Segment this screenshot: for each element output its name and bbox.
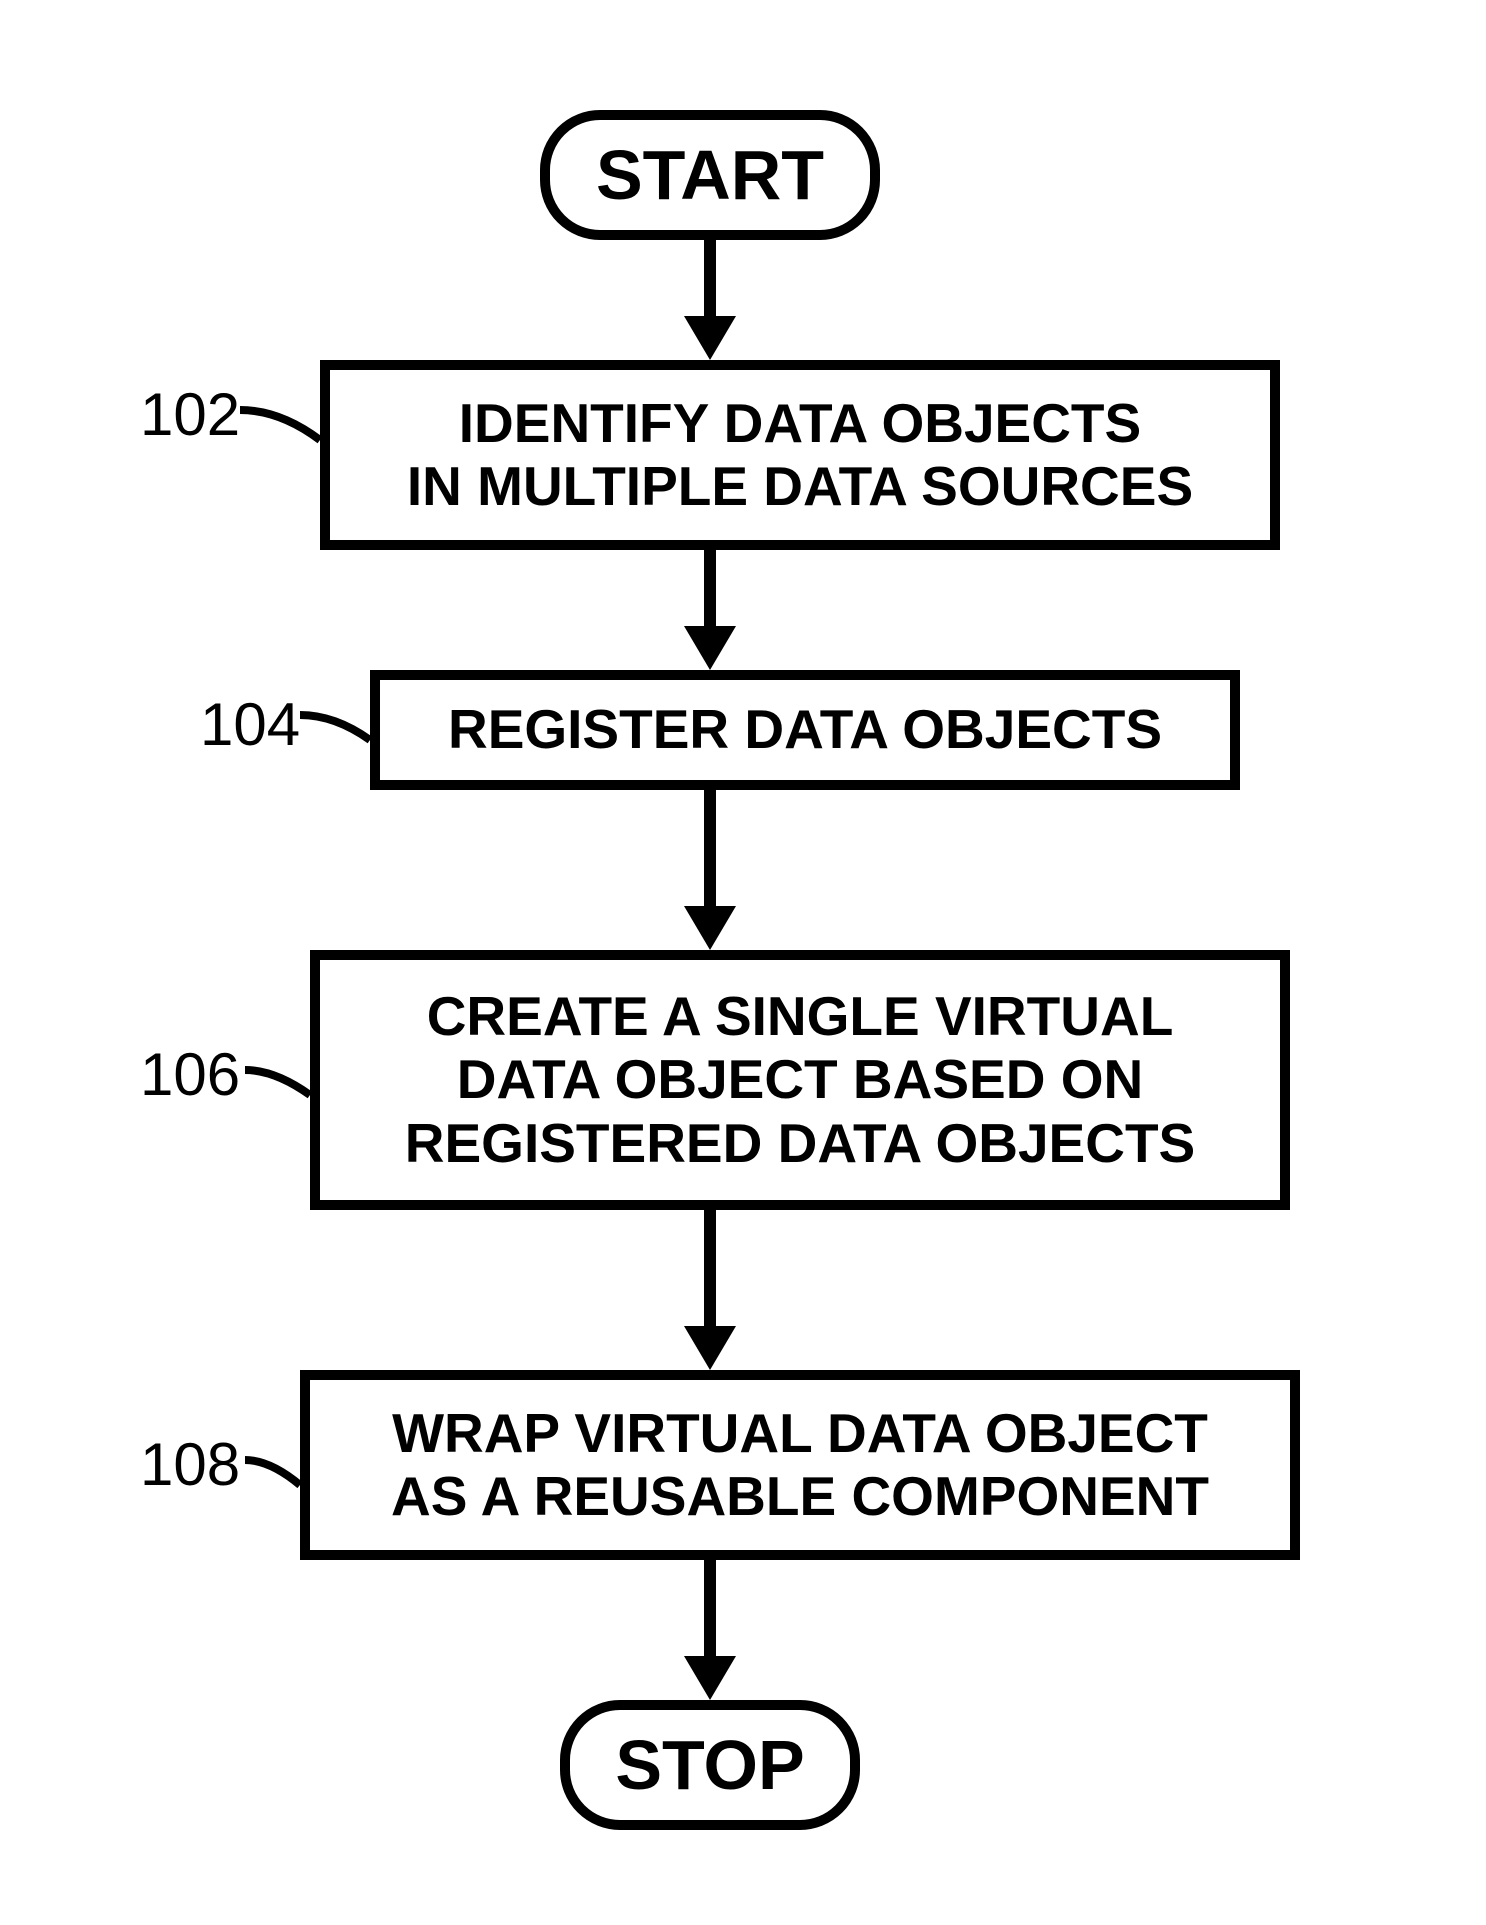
leader-108 bbox=[245, 1445, 310, 1500]
step-102-box: IDENTIFY DATA OBJECTS IN MULTIPLE DATA S… bbox=[320, 360, 1280, 550]
step-108-box: WRAP VIRTUAL DATA OBJECT AS A REUSABLE C… bbox=[300, 1370, 1300, 1560]
step-104-box: REGISTER DATA OBJECTS bbox=[370, 670, 1240, 790]
step-106-box: CREATE A SINGLE VIRTUAL DATA OBJECT BASE… bbox=[310, 950, 1290, 1210]
leader-104 bbox=[300, 700, 380, 755]
flowchart-canvas: START IDENTIFY DATA OBJECTS IN MULTIPLE … bbox=[0, 0, 1486, 1925]
start-node: START bbox=[540, 110, 880, 240]
step-108-ref: 108 bbox=[140, 1430, 240, 1499]
stop-node: STOP bbox=[560, 1700, 860, 1830]
leader-106 bbox=[245, 1055, 320, 1110]
step-104-ref: 104 bbox=[200, 690, 300, 759]
step-102-ref: 102 bbox=[140, 380, 240, 449]
leader-102 bbox=[240, 395, 330, 455]
step-106-ref: 106 bbox=[140, 1040, 240, 1109]
